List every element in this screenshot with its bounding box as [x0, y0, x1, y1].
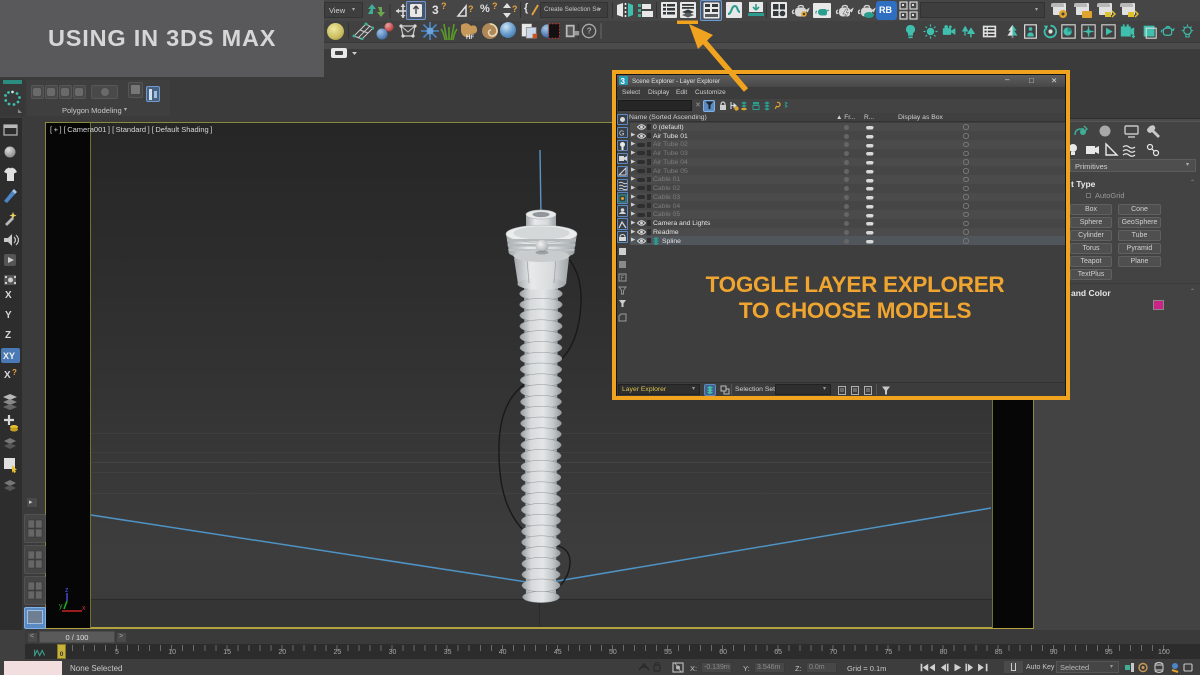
- svg-text:HF: HF: [466, 35, 474, 41]
- svg-text:x: x: [82, 605, 86, 612]
- svg-text:y: y: [59, 603, 63, 610]
- svg-text:z: z: [65, 587, 69, 594]
- svg-text:?: ?: [468, 4, 474, 14]
- svg-text:F: F: [621, 276, 625, 282]
- svg-text:?: ?: [512, 4, 518, 14]
- svg-text:G: G: [619, 131, 624, 138]
- svg-text:?: ?: [587, 27, 592, 36]
